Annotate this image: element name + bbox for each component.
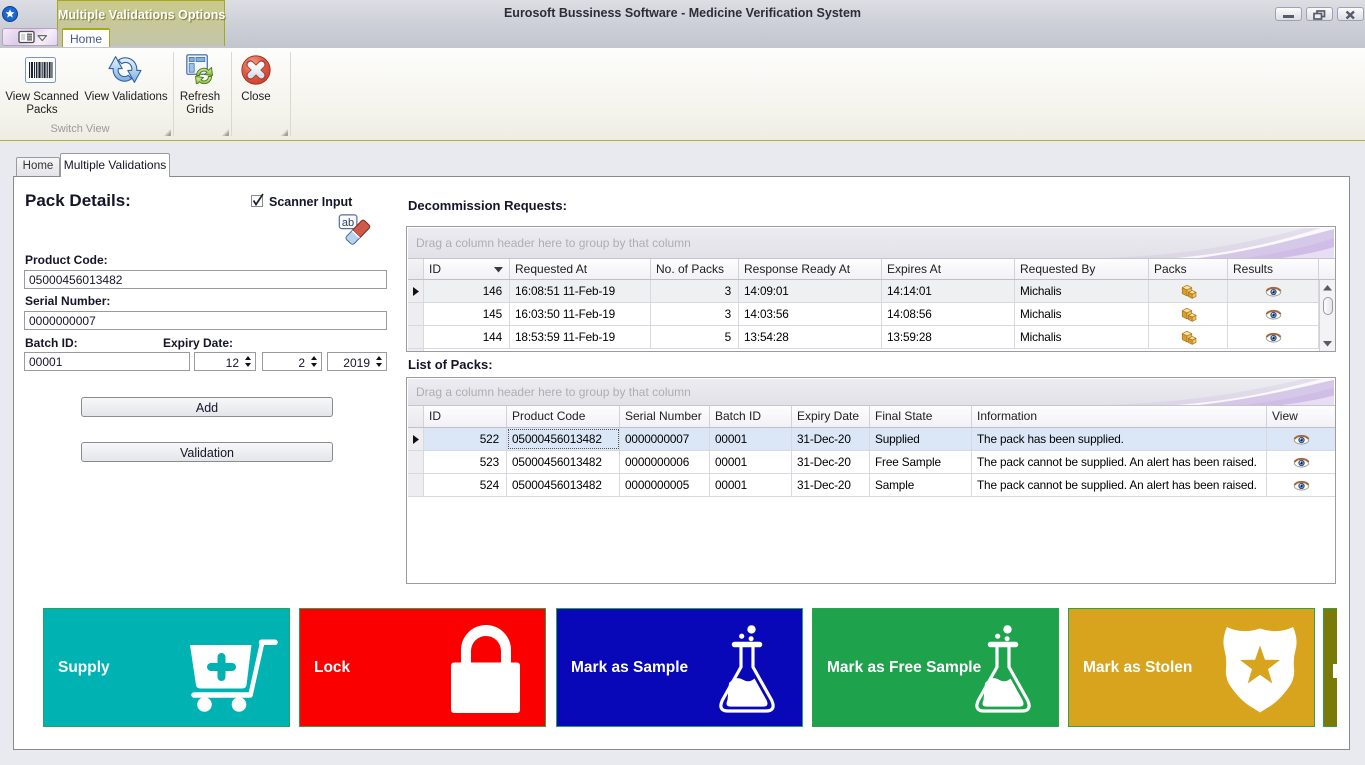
svg-text:ab: ab [342,217,354,229]
